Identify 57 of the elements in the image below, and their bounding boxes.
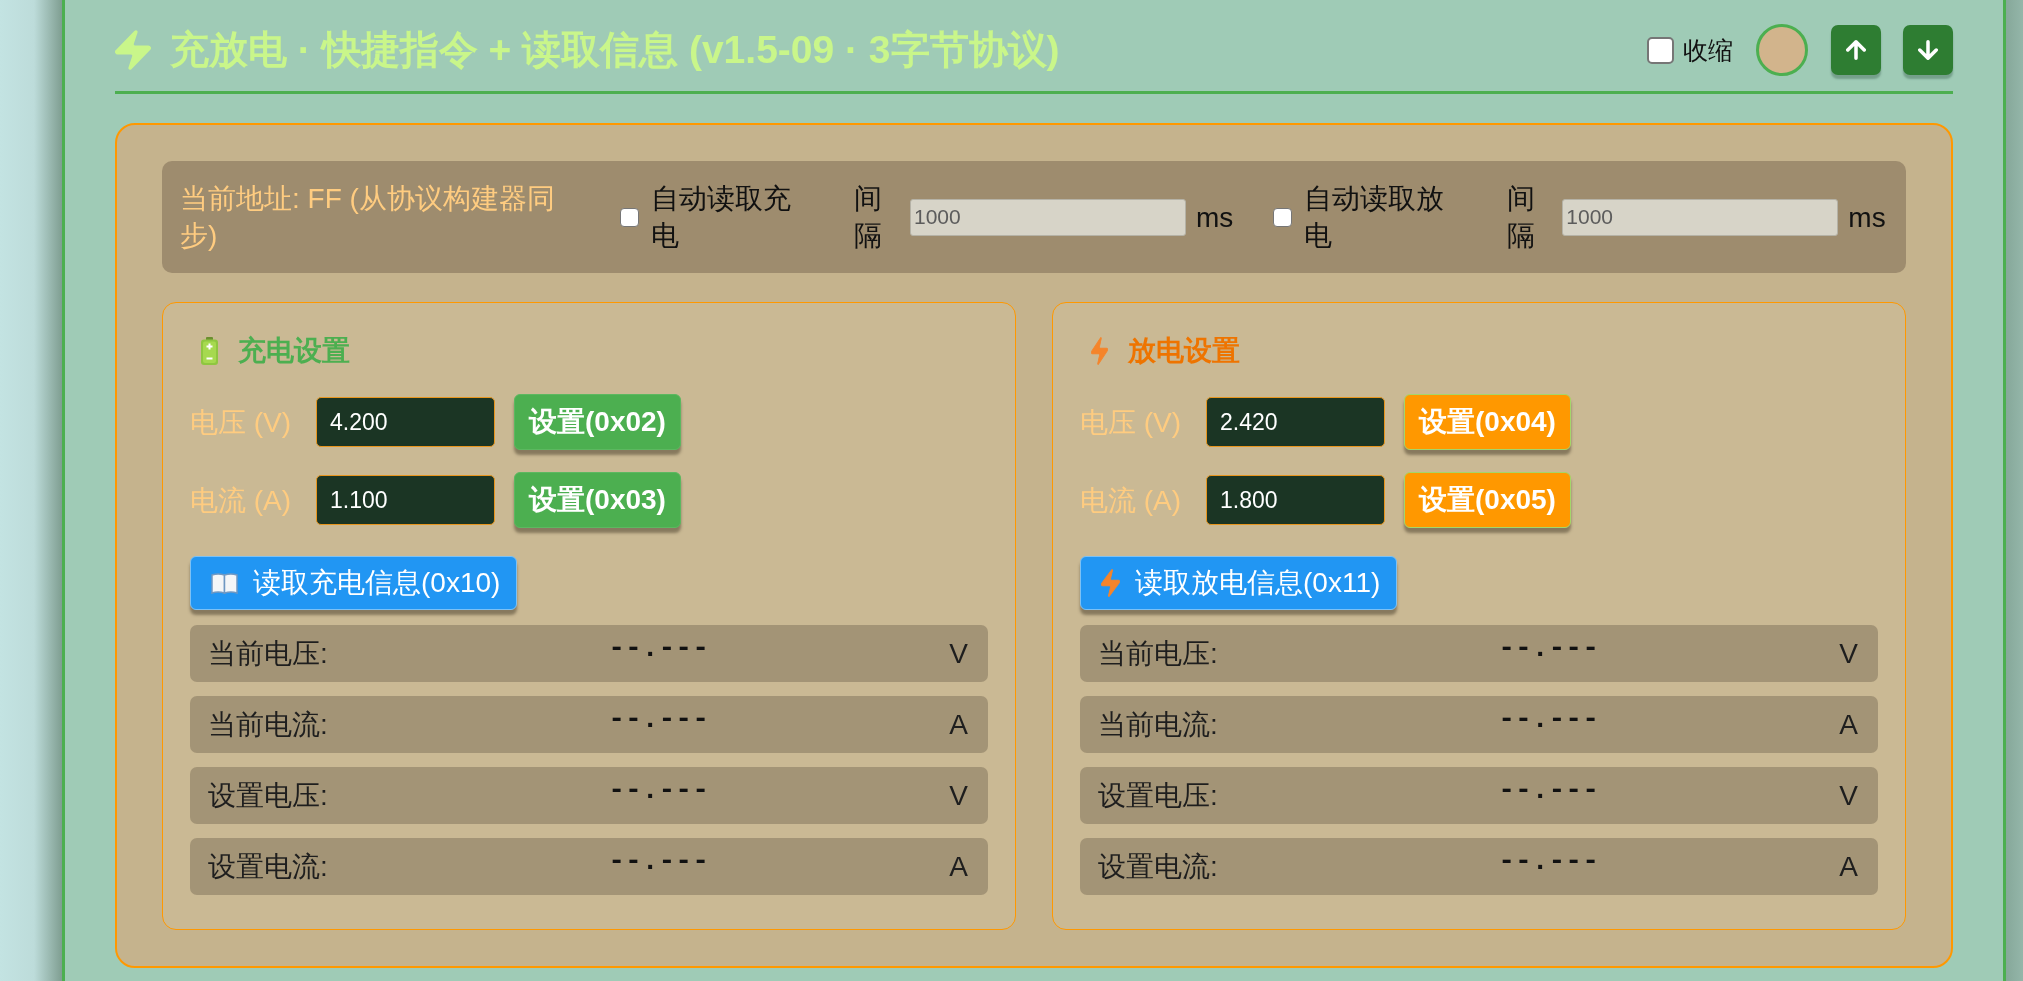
reading-value: --.--- <box>608 632 709 665</box>
reading-label: 设置电流: <box>208 850 328 884</box>
reading-value: --.--- <box>1498 703 1599 736</box>
set-button[interactable]: 设置(0x02) <box>514 394 681 450</box>
move-up-button[interactable] <box>1831 25 1881 75</box>
reading-label: 当前电压: <box>1098 637 1218 671</box>
panel-title: 充电设置 <box>238 334 350 368</box>
auto-read-checkbox[interactable] <box>1273 207 1293 227</box>
move-down-button[interactable] <box>1903 25 1953 75</box>
read-button[interactable]: 读取放电信息(0x11) <box>1080 556 1398 610</box>
reading-value: --.--- <box>1498 845 1599 878</box>
value-input[interactable]: 1.800 <box>1206 475 1385 525</box>
battery-icon <box>201 336 218 365</box>
auto-read-label[interactable]: 自动读取放电 <box>1304 180 1455 254</box>
collapse-checkbox[interactable] <box>1647 36 1674 64</box>
value-input[interactable]: 1.100 <box>316 475 495 525</box>
reading-label: 当前电流: <box>208 708 328 742</box>
auto-read-label[interactable]: 自动读取充电 <box>651 180 801 254</box>
interval-label: 间隔 <box>1507 182 1536 253</box>
set-button[interactable]: 设置(0x03) <box>514 472 681 528</box>
color-swatch-icon[interactable] <box>1756 24 1808 76</box>
reading-unit: A <box>1839 850 1858 884</box>
reading-unit: A <box>949 850 968 884</box>
address-text: 当前地址: FF (从协议构建器同步) <box>180 182 556 253</box>
reading-unit: V <box>949 779 968 813</box>
reading-value: --.--- <box>1498 774 1599 807</box>
reading-label: 当前电流: <box>1098 708 1218 742</box>
book-icon <box>211 572 238 594</box>
lightning-icon <box>115 30 151 70</box>
reading-label: 当前电压: <box>208 637 328 671</box>
reading-value: --.--- <box>608 774 709 807</box>
reading-value: --.--- <box>608 703 709 736</box>
lightning-icon <box>1091 336 1108 365</box>
reading-value: --.--- <box>608 845 709 878</box>
value-input[interactable]: 2.420 <box>1206 397 1385 447</box>
panel-title: 放电设置 <box>1128 334 1240 368</box>
reading-unit: A <box>1839 708 1858 742</box>
read-button[interactable]: 读取充电信息(0x10) <box>190 556 518 610</box>
value-input[interactable]: 4.200 <box>316 397 495 447</box>
reading-unit: V <box>949 637 968 671</box>
reading-value: --.--- <box>1498 632 1599 665</box>
collapse-label[interactable]: 收缩 <box>1683 33 1733 67</box>
lightning-icon <box>1101 569 1120 597</box>
interval-label: 间隔 <box>854 182 882 253</box>
unit-label: ms <box>1196 200 1234 235</box>
reading-unit: V <box>1839 779 1858 813</box>
reading-label: 设置电流: <box>1098 850 1218 884</box>
interval-input[interactable]: 1000 <box>910 198 1186 236</box>
unit-label: ms <box>1848 200 1886 235</box>
arrow-down-icon <box>1918 39 1938 61</box>
reading-unit: A <box>949 708 968 742</box>
arrow-up-icon <box>1846 39 1866 61</box>
reading-label: 设置电压: <box>208 779 328 813</box>
reading-unit: V <box>1839 637 1858 671</box>
auto-read-checkbox[interactable] <box>620 207 639 227</box>
reading-label: 设置电压: <box>1098 779 1218 813</box>
interval-input[interactable]: 1000 <box>1562 198 1839 236</box>
